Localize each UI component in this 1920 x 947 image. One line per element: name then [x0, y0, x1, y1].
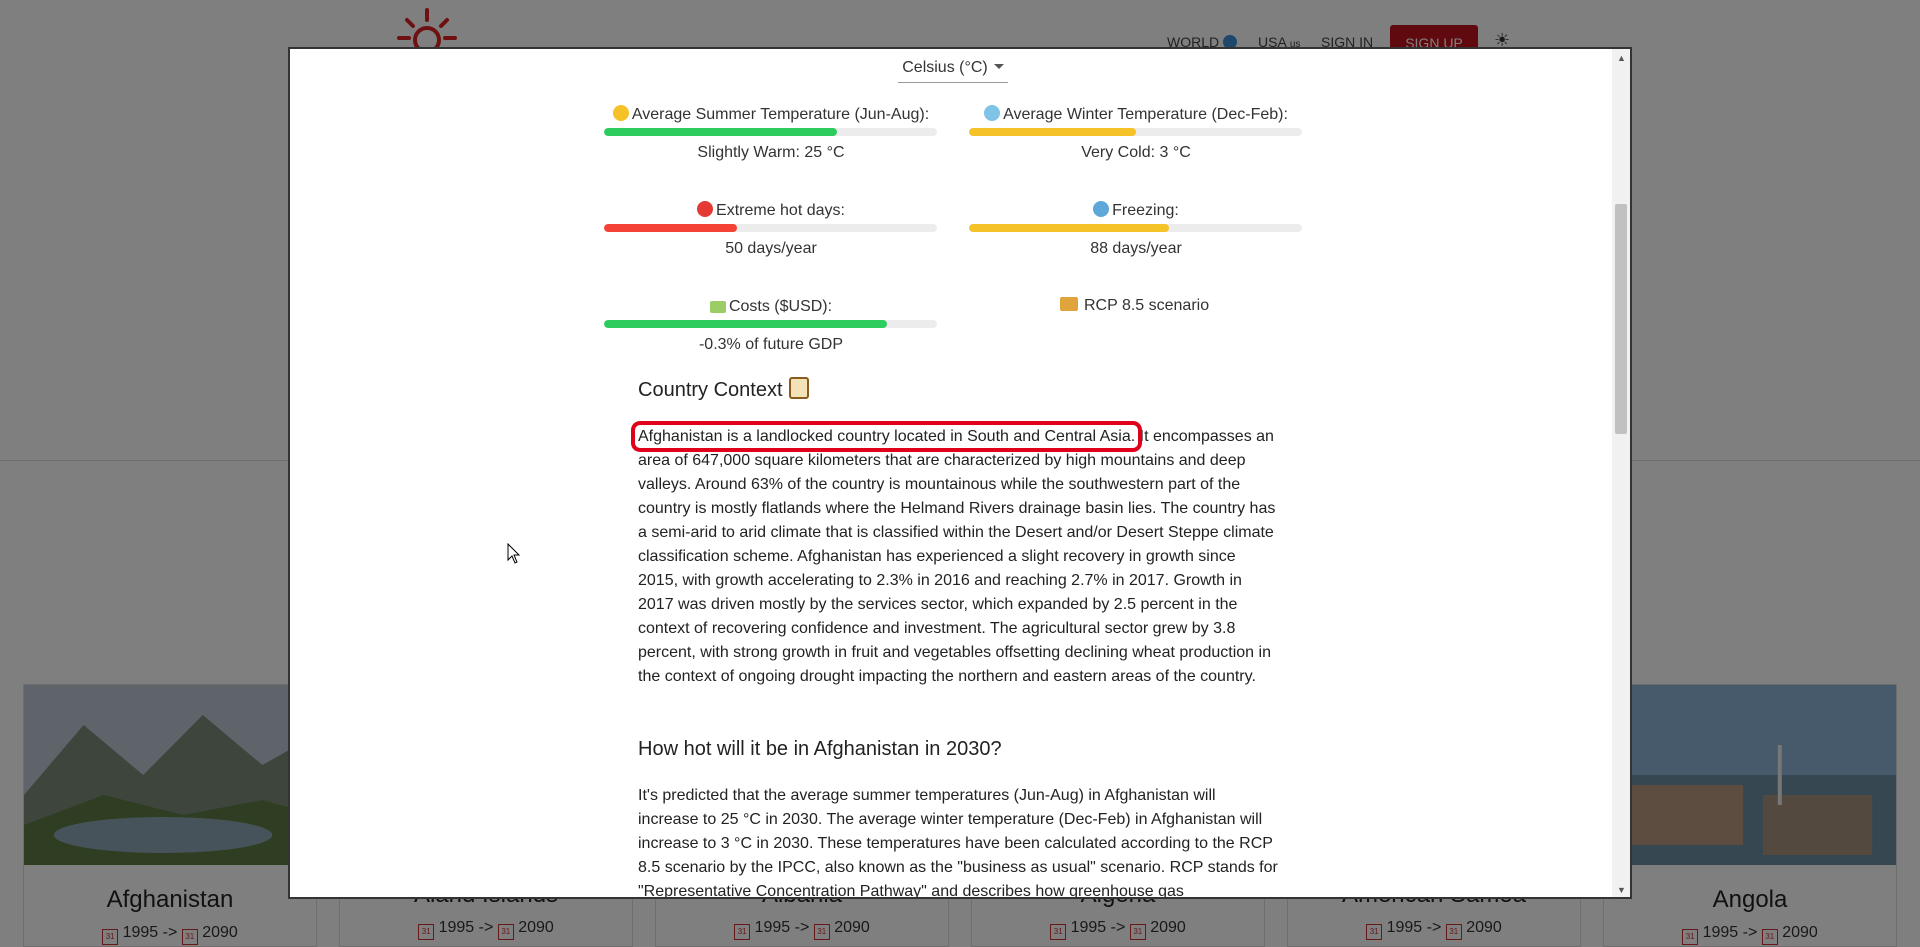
scrollbar-thumb[interactable]: [1615, 204, 1627, 434]
mouse-cursor-icon: [507, 543, 521, 564]
stat-value: Very Cold: 3 °C: [1081, 144, 1191, 161]
folder-icon: [1060, 297, 1078, 311]
stat-value: 50 days/year: [725, 240, 817, 257]
progress-fill: [604, 224, 738, 232]
money-icon: [709, 301, 726, 313]
scroll-up-arrow-icon[interactable]: ▲: [1617, 53, 1626, 63]
stat-value: 88 days/year: [1090, 240, 1182, 257]
snowflake-icon: [984, 105, 1001, 121]
modal-scrollbar[interactable]: ▲ ▼: [1612, 49, 1630, 897]
progress-bar: [604, 128, 937, 136]
progress-bar: [969, 128, 1302, 136]
stat-value: Slightly Warm: 25 °C: [697, 144, 845, 161]
sun-icon: [612, 105, 629, 121]
progress-fill: [969, 224, 1169, 232]
hot-2030-heading: How hot will it be in Afghanistan in 203…: [638, 738, 1002, 760]
country-context-text: Afghanistan is a landlocked country loca…: [630, 421, 1276, 685]
scroll-down-arrow-icon[interactable]: ▼: [1617, 885, 1626, 895]
cold-face-icon: [1093, 201, 1110, 217]
progress-fill: [604, 128, 838, 136]
progress-bar: [969, 224, 1302, 232]
rcp-scenario: RCP 8.5 scenario: [1060, 297, 1209, 315]
stat-extreme-hot-days: Extreme hot days: 50 days/year: [604, 201, 938, 258]
stat-value: -0.3% of future GDP: [698, 336, 844, 353]
temperature-unit-select[interactable]: Celsius (°C): [898, 59, 1008, 83]
chevron-down-icon: [993, 64, 1004, 69]
stat-freezing: Freezing: 88 days/year: [969, 201, 1303, 258]
progress-bar: [604, 320, 937, 328]
progress-fill: [969, 128, 1136, 136]
stat-summer-temperature: Average Summer Temperature (Jun-Aug): Sl…: [604, 105, 938, 162]
country-context-heading: Country Context: [638, 377, 1278, 402]
progress-bar: [604, 224, 937, 232]
hot-face-icon: [697, 201, 714, 217]
scroll-icon: [788, 377, 809, 399]
stat-costs: Costs ($USD): -0.3% of future GDP: [604, 297, 938, 354]
modal-content: Celsius (°C) Average Summer Temperature …: [290, 49, 1612, 899]
highlighted-sentence: Afghanistan is a landlocked country loca…: [630, 421, 1143, 452]
progress-fill: [604, 320, 888, 328]
stat-winter-temperature: Average Winter Temperature (Dec-Feb): Ve…: [969, 105, 1303, 162]
country-modal: Celsius (°C) Average Summer Temperature …: [288, 47, 1632, 899]
hot-2030-text: It's predicted that the average summer t…: [638, 787, 1278, 899]
